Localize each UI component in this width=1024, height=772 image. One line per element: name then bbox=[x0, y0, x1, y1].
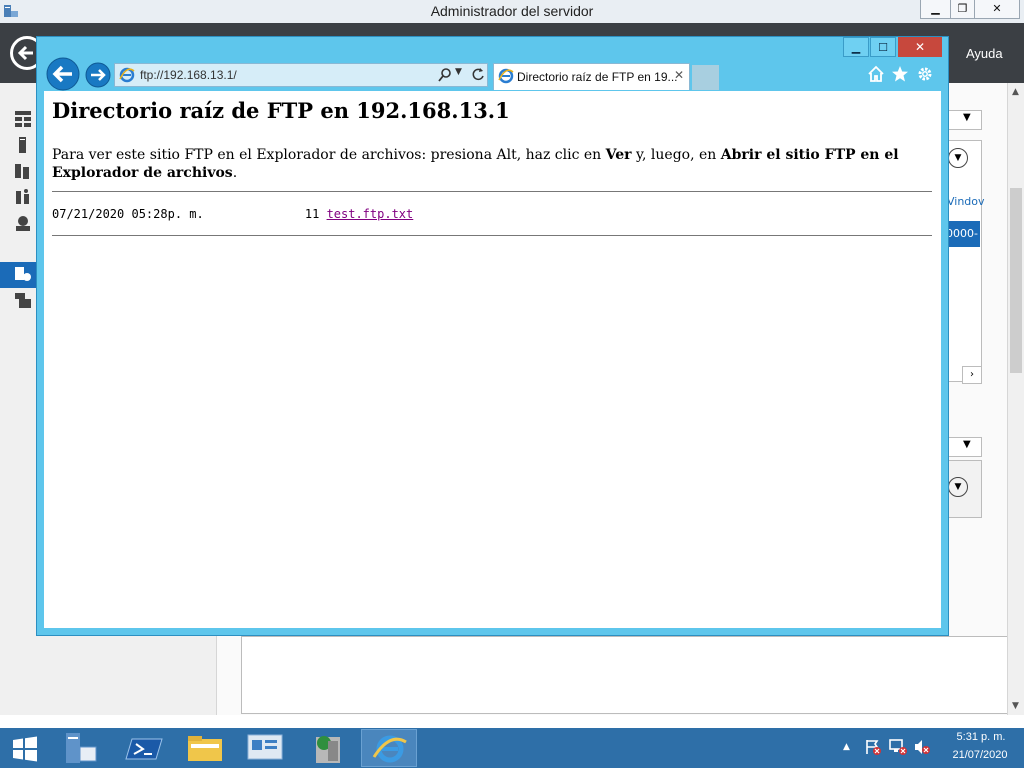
dropdown-1[interactable]: ▼ bbox=[948, 110, 982, 130]
tab-title: Directorio raíz de FTP en 19... bbox=[517, 70, 678, 84]
file-link[interactable]: test.ftp.txt bbox=[327, 207, 414, 221]
side-text-windows: Vindov bbox=[947, 195, 985, 208]
all-servers-icon[interactable] bbox=[14, 162, 34, 182]
instructions-text-3: . bbox=[232, 165, 238, 181]
sm-restore-button[interactable]: ❐ bbox=[950, 0, 975, 19]
taskbar-powershell[interactable] bbox=[118, 729, 174, 767]
favorites-star-icon[interactable] bbox=[891, 65, 909, 83]
panel-1 bbox=[948, 140, 982, 382]
server-manager-title: Administrador del servidor bbox=[430, 3, 594, 19]
help-menu[interactable]: Ayuda bbox=[966, 46, 1003, 61]
page-instructions: Para ver este sitio FTP en el Explorador… bbox=[52, 146, 930, 182]
ie-logo-icon bbox=[119, 67, 135, 83]
expand-icon-2[interactable]: ▼ bbox=[948, 477, 968, 497]
instructions-bold-ver: Ver bbox=[605, 147, 632, 163]
forward-arrow-icon[interactable] bbox=[85, 62, 111, 88]
instructions-text-1: Para ver este sitio FTP en el Explorador… bbox=[52, 147, 606, 163]
divider-bottom bbox=[52, 235, 932, 236]
file-date: 07/21/2020 05:28p. m. bbox=[52, 207, 204, 221]
sm-minimize-button[interactable]: ▁ bbox=[920, 0, 951, 19]
divider-top bbox=[52, 191, 932, 192]
refresh-icon[interactable] bbox=[470, 66, 486, 82]
tab-close-icon[interactable]: ✕ bbox=[674, 68, 684, 82]
taskbar-admin-tools[interactable] bbox=[300, 729, 356, 767]
taskbar-internet-explorer[interactable] bbox=[361, 729, 417, 767]
ie-maximize-button[interactable]: ☐ bbox=[870, 37, 896, 57]
back-arrow-icon[interactable] bbox=[46, 57, 80, 91]
taskbar-control-panel[interactable] bbox=[238, 729, 294, 767]
taskbar-server-manager[interactable] bbox=[56, 729, 112, 767]
search-dropdown-icon[interactable]: ▼ bbox=[455, 67, 462, 77]
scroll-right-arrow-icon[interactable]: › bbox=[962, 366, 982, 384]
listing-row: 07/21/2020 05:28p. m. 11 test.ftp.txt bbox=[52, 207, 413, 221]
windows-start-icon[interactable] bbox=[12, 736, 38, 762]
side-text-id: 0000-A bbox=[946, 227, 978, 240]
clock-time[interactable]: 5:31 p. m. bbox=[950, 731, 1012, 743]
selected-role-icon[interactable] bbox=[14, 265, 34, 285]
iis-icon[interactable] bbox=[14, 214, 34, 234]
tab-ie-logo-icon bbox=[498, 68, 514, 84]
home-icon[interactable] bbox=[867, 65, 885, 83]
file-size: 11 bbox=[304, 207, 320, 221]
side-selected-row[interactable]: 0000-A bbox=[946, 221, 980, 247]
panel-bottom bbox=[241, 636, 1008, 714]
settings-gear-icon[interactable] bbox=[916, 65, 934, 83]
address-text[interactable]: ftp://192.168.13.1/ bbox=[140, 68, 237, 82]
taskbar-file-explorer[interactable] bbox=[178, 729, 234, 767]
page-title: Directorio raíz de FTP en 192.168.13.1 bbox=[52, 98, 510, 123]
new-tab-button[interactable] bbox=[692, 65, 719, 90]
volume-muted-icon[interactable] bbox=[913, 738, 931, 756]
expand-icon[interactable]: ▼ bbox=[948, 148, 968, 168]
clock-date[interactable]: 21/07/2020 bbox=[944, 749, 1016, 761]
ie-minimize-button[interactable]: ▁ bbox=[843, 37, 869, 57]
local-server-icon[interactable] bbox=[14, 136, 34, 156]
action-center-flag-icon[interactable] bbox=[864, 738, 882, 756]
sm-close-button[interactable]: ✕ bbox=[974, 0, 1020, 19]
ie-close-button[interactable]: ✕ bbox=[898, 37, 942, 57]
storage-icon[interactable] bbox=[14, 291, 34, 311]
dashboard-icon[interactable] bbox=[14, 110, 34, 130]
instructions-text-2: y, luego, en bbox=[631, 147, 721, 163]
sm-vertical-scrollbar[interactable]: ▲ ▼ bbox=[1007, 83, 1024, 715]
file-services-icon[interactable] bbox=[14, 188, 34, 208]
network-icon[interactable] bbox=[888, 738, 908, 756]
show-hidden-icons-icon[interactable]: ▲ bbox=[843, 742, 850, 752]
dropdown-2[interactable]: ▼ bbox=[948, 437, 982, 457]
search-icon[interactable] bbox=[437, 67, 453, 83]
